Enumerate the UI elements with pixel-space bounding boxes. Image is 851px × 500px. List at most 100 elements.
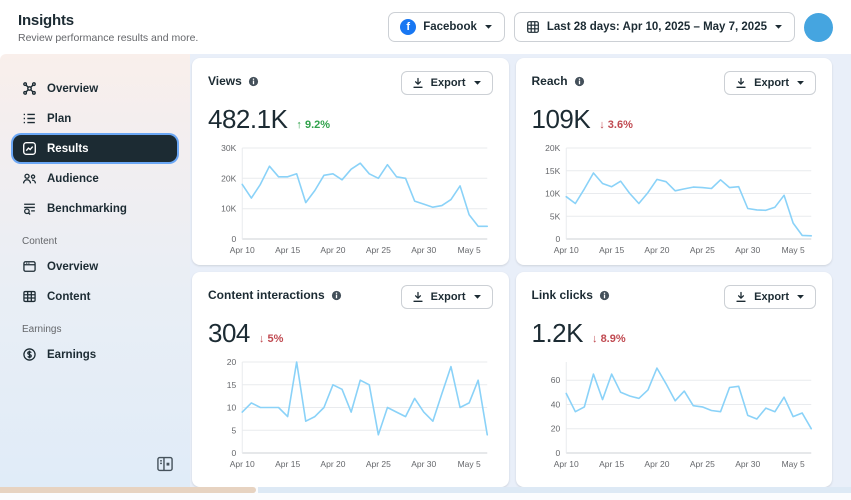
sidebar-item-overview[interactable]: Overview [13,75,177,102]
metric-delta: ↑ 9.2% [296,119,331,131]
metric-delta: ↓ 5% [258,333,284,345]
card-content-interactions: Content interactions Export 304 ↓ 5% 0 5 1… [192,272,509,487]
header-titles: Insights Review performance results and … [18,10,198,44]
sidebar-item-content-overview[interactable]: Overview [13,253,177,280]
card-reach: Reach Export 109K ↓ 3.6% 0 5K 10K 15K 20K Apr… [515,58,832,265]
svg-text:15K: 15K [545,166,560,176]
export-button[interactable]: Export [724,285,816,309]
sidebar-item-label: Overview [47,260,99,273]
page-subtitle: Review performance results and more. [18,32,199,44]
svg-text:Apr 10: Apr 10 [230,459,255,469]
sidebar-item-plan[interactable]: Plan [13,105,177,132]
svg-text:0: 0 [555,234,560,244]
svg-text:20K: 20K [545,143,560,153]
card-title: Views [208,74,242,88]
svg-text:Apr 30: Apr 30 [411,459,436,469]
info-icon[interactable] [574,76,585,87]
link-clicks-line-chart: 0 20 40 60 Apr 10 Apr 15 Apr 20 Apr 25 Apr 30 May… [550,362,812,469]
svg-text:Apr 20: Apr 20 [644,459,669,469]
header-controls: f Facebook Last 28 days: Apr 10, 2025 – … [388,12,833,42]
window-bottom-strip [0,487,851,500]
chevron-down-icon [797,81,804,85]
bottom-strip-right [258,487,851,493]
collapse-sidebar-icon[interactable] [156,455,174,473]
svg-text:Apr 30: Apr 30 [411,245,436,255]
sidebar-item-label: Earnings [47,348,97,361]
sidebar-item-content[interactable]: Content [13,283,177,310]
page-title: Insights [18,12,74,29]
svg-text:15: 15 [227,380,237,390]
export-button[interactable]: Export [400,71,493,95]
svg-text:0: 0 [555,448,560,458]
sidebar-item-label: Plan [47,112,72,125]
sidebar-item-label: Benchmarking [47,202,127,215]
svg-text:10: 10 [227,403,237,413]
info-icon[interactable] [248,76,259,87]
main-content: Views Export 482.1K ↑ 9.2% 0 10K 20K 30K Apr… [190,54,851,487]
download-icon [736,77,746,88]
sidebar-item-earnings[interactable]: Earnings [13,341,177,368]
svg-text:60: 60 [550,375,560,385]
sidebar-item-benchmarking[interactable]: Benchmarking [13,195,177,222]
chevron-down-icon [473,295,481,299]
content-interactions-line-chart: 0 5 10 15 20 Apr 10 Apr 15 Apr 20 Apr 25 Apr 30 Ma… [227,357,489,469]
svg-text:Apr 20: Apr 20 [644,245,669,255]
svg-text:May 5: May 5 [781,245,804,255]
sidebar-section-content: Content [22,236,58,247]
avatar[interactable] [804,12,833,42]
sidebar-section-earnings: Earnings [22,324,62,335]
svg-text:Apr 10: Apr 10 [230,245,255,255]
page-body: Overview Plan Results Audience Benchmark… [0,54,851,487]
svg-text:Apr 15: Apr 15 [275,459,300,469]
svg-text:5K: 5K [549,211,560,221]
export-button[interactable]: Export [724,71,816,95]
svg-text:Apr 20: Apr 20 [320,459,345,469]
sidebar-item-label: Overview [47,82,99,95]
reach-line-chart: 0 5K 10K 15K 20K Apr 10 Apr 15 Apr 20 Apr 25 Apr … [545,143,812,255]
info-icon[interactable] [599,290,610,301]
metric-delta: ↓ 3.6% [599,119,633,131]
date-range-label: Last 28 days: Apr 10, 2025 – May 7, 2025 [546,21,767,33]
facebook-icon: f [400,19,417,35]
svg-text:20: 20 [550,424,560,434]
grid-table-icon [23,290,36,303]
platform-selector-button[interactable]: f Facebook [388,12,505,42]
sidebar: Overview Plan Results Audience Benchmark… [0,54,190,487]
svg-text:Apr 25: Apr 25 [366,459,391,469]
metric-value: 109K [531,104,591,134]
date-range-selector-button[interactable]: Last 28 days: Apr 10, 2025 – May 7, 2025 [513,12,795,42]
platform-selector-label: Facebook [423,21,477,33]
card-title: Link clicks [531,288,593,302]
svg-text:Apr 15: Apr 15 [599,459,624,469]
calendar-grid-icon [526,21,539,33]
svg-text:20: 20 [227,357,237,367]
trend-chart-icon [23,142,36,155]
views-line-chart: 0 10K 20K 30K Apr 10 Apr 15 Apr 20 Apr 25 Apr 30… [221,143,489,255]
svg-text:10K: 10K [221,204,236,214]
download-icon [413,77,423,88]
card-icon [23,261,36,272]
dollar-circle-icon [23,348,36,361]
svg-text:0: 0 [232,448,237,458]
svg-text:Apr 25: Apr 25 [689,459,714,469]
people-icon [22,173,37,184]
svg-text:Apr 10: Apr 10 [553,459,578,469]
card-views: Views Export 482.1K ↑ 9.2% 0 10K 20K 30K Apr… [192,58,509,265]
download-icon [413,291,423,302]
card-title: Reach [531,74,568,88]
info-icon[interactable] [331,290,342,301]
svg-text:Apr 30: Apr 30 [735,459,760,469]
svg-text:May 5: May 5 [781,459,804,469]
sidebar-item-audience[interactable]: Audience [13,165,177,192]
download-icon [736,291,746,302]
export-button[interactable]: Export [400,285,493,309]
svg-text:40: 40 [550,400,560,410]
sidebar-item-label: Audience [47,172,99,185]
svg-text:May 5: May 5 [458,245,481,255]
card-title: Content interactions [208,288,325,302]
sidebar-item-results[interactable]: Results [13,135,177,162]
chevron-down-icon [775,25,782,29]
svg-text:5: 5 [232,425,237,435]
metric-delta: ↓ 8.9% [592,333,626,345]
svg-text:Apr 25: Apr 25 [689,245,714,255]
